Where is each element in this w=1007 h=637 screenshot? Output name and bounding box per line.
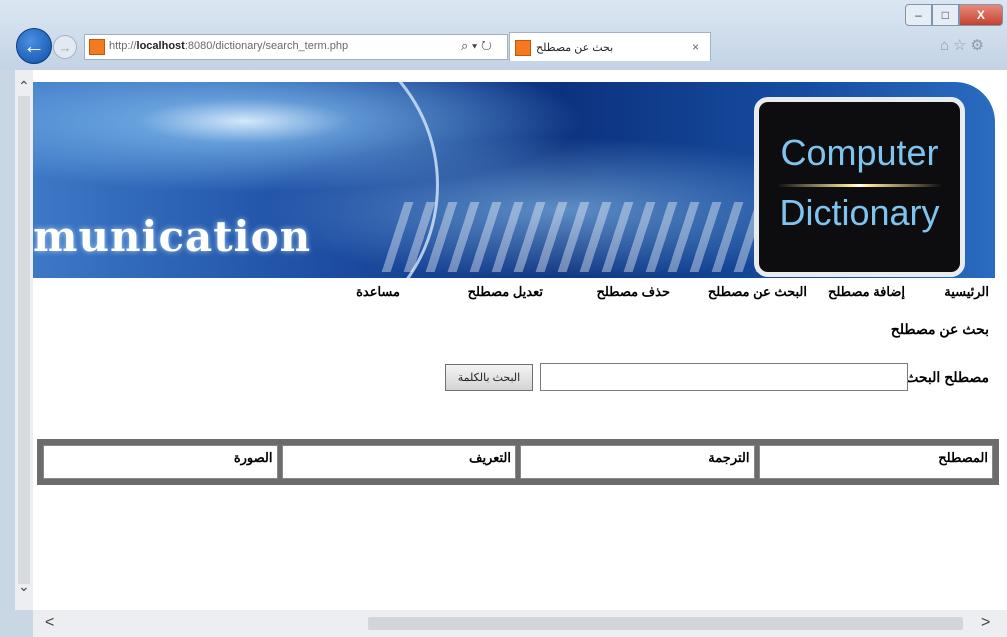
horizontal-scroll-thumb[interactable] — [368, 617, 963, 630]
vertical-scroll-thumb[interactable] — [18, 96, 30, 584]
page-viewport: munication Computer Dictionary الرئيسية … — [15, 70, 1007, 610]
column-header-term: المصطلح — [758, 445, 993, 479]
address-bar[interactable]: http://localhost:8080/dictionary/search_… — [84, 34, 508, 60]
url-text: http://localhost:8080/dictionary/search_… — [109, 40, 349, 52]
vertical-scrollbar[interactable]: ⌃ ⌄ — [15, 70, 33, 610]
chevron-right-icon[interactable]: > — [981, 614, 990, 632]
minimize-button[interactable]: – — [905, 4, 932, 26]
nav-home[interactable]: الرئيسية — [944, 284, 989, 300]
column-header-image: الصورة — [43, 445, 278, 479]
forward-button[interactable]: → — [53, 35, 77, 59]
results-table: المصطلح الترجمة التعريف الصورة — [37, 439, 999, 485]
close-window-button[interactable]: X — [958, 4, 1004, 26]
search-input[interactable] — [540, 363, 908, 391]
chevron-left-icon[interactable]: < — [45, 614, 54, 632]
horizontal-scrollbar[interactable]: < > — [33, 610, 1007, 637]
nav-add-term[interactable]: إضافة مصطلح — [828, 284, 905, 300]
browser-tab[interactable]: بحث عن مصطلح × — [509, 32, 711, 61]
column-header-definition: التعريف — [281, 445, 516, 479]
nav-help[interactable]: مساعدة — [356, 284, 400, 300]
chevron-up-icon[interactable]: ⌃ — [18, 78, 30, 95]
table-header-row: المصطلح الترجمة التعريف الصورة — [43, 445, 993, 479]
tab-favicon-icon — [515, 40, 531, 56]
home-favorites-settings-icon[interactable]: ⌂☆⚙ — [940, 36, 988, 54]
search-refresh-icon[interactable]: ⌕ ▾ ↻ — [461, 38, 492, 54]
arrow-left-icon: ← — [23, 33, 45, 58]
close-tab-icon[interactable]: × — [692, 40, 699, 54]
logo-text-line1: Computer — [780, 132, 939, 173]
site-favicon-icon — [89, 39, 105, 55]
maximize-button[interactable]: □ — [931, 4, 959, 26]
tab-title: بحث عن مصطلح — [536, 42, 614, 54]
back-button[interactable]: ← — [16, 28, 52, 64]
logo-divider — [777, 184, 942, 187]
chevron-down-icon[interactable]: ⌄ — [18, 578, 30, 595]
browser-chrome: ← → http://localhost:8080/dictionary/sea… — [0, 0, 1007, 70]
banner-text: munication — [33, 212, 312, 261]
site-logo: Computer Dictionary — [754, 97, 965, 277]
logo-text-line2: Dictionary — [779, 192, 940, 233]
nav-search-term[interactable]: البحث عن مصطلح — [708, 284, 807, 300]
search-button[interactable]: البحث بالكلمة — [445, 364, 533, 391]
window-controls: – □ X — [905, 4, 1004, 26]
header-banner: munication Computer Dictionary — [33, 82, 995, 278]
column-header-translation: الترجمة — [520, 445, 755, 479]
search-label: مصطلح البحث — [905, 369, 989, 385]
page-title: بحث عن مصطلح — [890, 321, 989, 337]
nav-edit-term[interactable]: تعديل مصطلح — [468, 284, 543, 300]
arrow-right-icon: → — [58, 39, 72, 55]
nav-delete-term[interactable]: حذف مصطلح — [596, 284, 670, 300]
